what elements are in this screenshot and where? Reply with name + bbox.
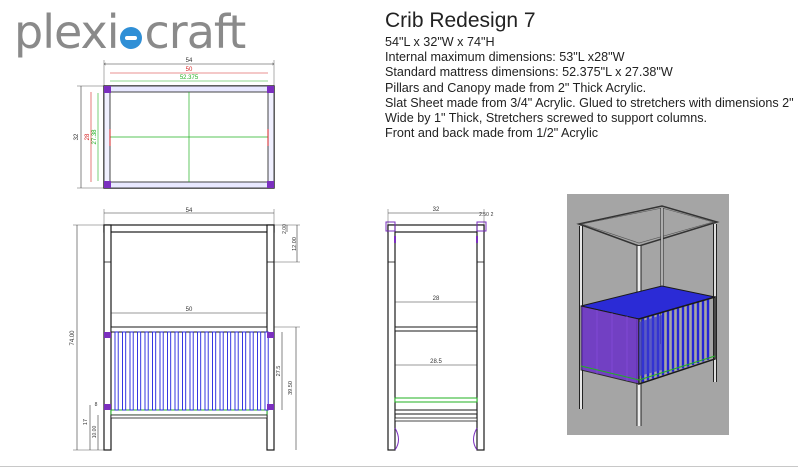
front-slat [182,331,187,411]
front-width-dim: 54 [186,208,193,214]
front-side-height-dim: 39.50 [288,381,294,395]
side-view: 32 2.50 2 28 28.5 [385,207,494,451]
side-inner-dim: 28 [433,296,440,302]
side-width-dim: 32 [433,207,440,213]
front-slat [197,331,202,411]
front-slat [122,331,127,411]
side-small-b-dim: 2 [491,212,494,218]
front-view: 54 50 74.00 12.00 2.00 39.50 27.5 17 10.… [70,208,300,451]
front-slat [167,331,172,411]
top-depth-dim: 32 [74,133,80,140]
front-slat [152,331,157,411]
front-base-dim: 17 [83,419,89,425]
side-small-a-dim: 2.50 [479,212,489,218]
front-slat [174,331,179,411]
front-slat [219,331,224,411]
front-slat [189,331,194,411]
front-canopy-dim: 12.00 [292,237,298,251]
side-slat-dim: 28.5 [430,359,442,365]
footer-divider [0,466,798,467]
top-mattress-dim: 52.375 [180,75,199,81]
front-slat [144,331,149,411]
front-slat [242,331,247,411]
front-slats [114,331,269,411]
top-depth-b-dim: 27.38 [92,129,98,145]
front-slat [129,331,134,411]
front-slat [257,331,262,411]
front-leg-dim: 10.00 [92,426,98,439]
crib-3d-render [567,194,729,435]
front-slat [212,331,217,411]
top-total-dim: 54 [186,58,193,64]
front-slat [249,331,254,411]
front-stretcher-dim: 8 [95,402,98,408]
top-internal-dim: 50 [186,67,193,73]
front-height-dim: 74.00 [70,330,76,346]
front-slat [159,331,164,411]
front-inner-dim: 50 [186,307,193,313]
front-slat [234,331,239,411]
top-depth-a-dim: 28 [85,133,91,140]
front-slat [114,331,119,411]
front-slat [204,331,209,411]
front-slat [137,331,142,411]
front-top-gap-dim: 2.00 [282,224,288,234]
front-slat [227,331,232,411]
crib-3d-render-art [576,205,720,426]
front-slat-height-dim: 27.5 [276,366,282,377]
front-slat [264,331,269,411]
top-view: 54 50 52.375 32 28 27.38 [74,58,275,189]
